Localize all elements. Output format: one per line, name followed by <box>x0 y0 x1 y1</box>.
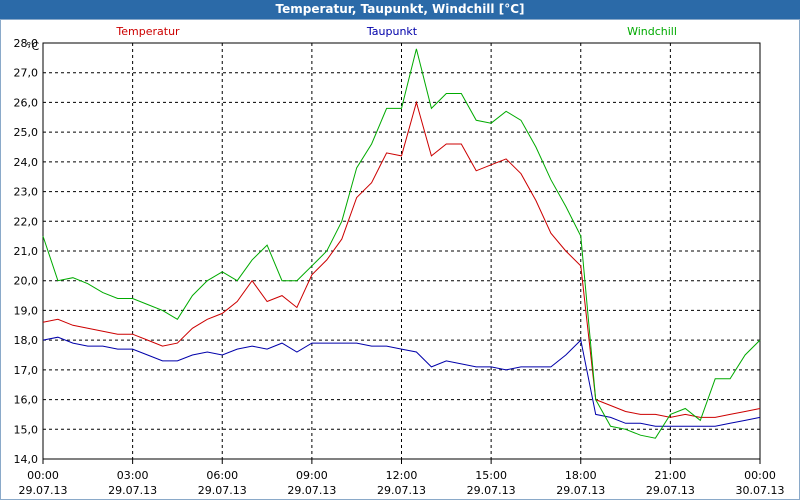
x-tick-date: 29.07.13 <box>646 484 695 497</box>
x-tick-labels: 00:00 29.07.13 03:00 29.07.13 06:00 29.07.13 0… <box>19 469 785 497</box>
temperature-chart: °C 14,015,016,017,018,019,020,021,022,02… <box>14 25 785 497</box>
y-tick-label: 17,0 <box>14 364 39 377</box>
legend-taupunkt: Taupunkt <box>366 25 418 38</box>
y-tick-label: 26,0 <box>14 96 39 109</box>
x-tick-date: 30.07.13 <box>736 484 785 497</box>
y-tick-label: 25,0 <box>14 126 39 139</box>
x-tick-time: 06:00 <box>206 469 238 482</box>
x-tick-date: 29.07.13 <box>467 484 516 497</box>
y-tick-labels: 14,0 15,0 16,0 17,0 18,0 19,0 20,0 21,0 22,0 23,0… <box>14 37 39 466</box>
x-tick-time: 12:00 <box>386 469 418 482</box>
legend-temperatur: Temperatur <box>115 25 180 38</box>
x-tick-time: 03:00 <box>117 469 149 482</box>
y-tick-label: 23,0 <box>14 186 39 199</box>
legend-windchill: Windchill <box>627 25 677 38</box>
y-tick-label: 28,0 <box>14 37 39 50</box>
y-tick-label: 15,0 <box>14 423 39 436</box>
y-tick-label: 16,0 <box>14 394 39 407</box>
x-tick-time: 00:00 <box>744 469 776 482</box>
grid <box>43 42 760 459</box>
x-tick-date: 29.07.13 <box>108 484 157 497</box>
x-tick-date: 29.07.13 <box>556 484 605 497</box>
x-tick-time: 18:00 <box>565 469 597 482</box>
x-tick-time: 21:00 <box>655 469 687 482</box>
y-tick-label: 24,0 <box>14 156 39 169</box>
y-tick-label: 22,0 <box>14 215 39 228</box>
x-tick-date: 29.07.13 <box>287 484 336 497</box>
x-tick-date: 29.07.13 <box>19 484 68 497</box>
x-tick-time: 09:00 <box>296 469 328 482</box>
x-tick-time: 15:00 <box>475 469 507 482</box>
x-tick-date: 29.07.13 <box>198 484 247 497</box>
y-tick-label: 20,0 <box>14 275 39 288</box>
y-tick-label: 14,0 <box>14 453 39 466</box>
y-tick-label: 18,0 <box>14 334 39 347</box>
y-tick-label: 27,0 <box>14 67 39 80</box>
y-tick-label: 19,0 <box>14 304 39 317</box>
x-tick-date: 29.07.13 <box>377 484 426 497</box>
x-tick-time: 00:00 <box>27 469 59 482</box>
legend: Temperatur Taupunkt Windchill <box>115 25 677 38</box>
y-tick-label: 21,0 <box>14 245 39 258</box>
